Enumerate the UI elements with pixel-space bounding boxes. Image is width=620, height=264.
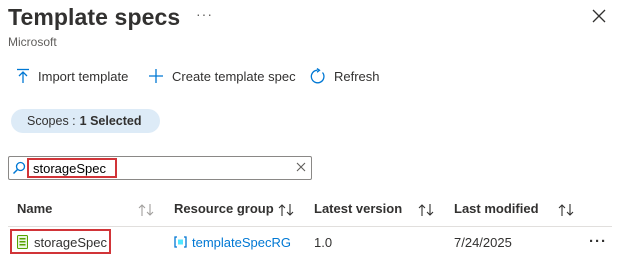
import-template-button[interactable]: Import template bbox=[16, 64, 128, 88]
search-input[interactable]: storageSpec bbox=[8, 156, 312, 180]
more-options-button[interactable]: ··· bbox=[196, 6, 213, 22]
create-template-spec-label: Create template spec bbox=[172, 68, 296, 84]
refresh-label: Refresh bbox=[334, 68, 380, 84]
sort-icon[interactable] bbox=[278, 203, 295, 217]
scopes-label: Scopes : bbox=[27, 114, 76, 128]
row-more-options-button[interactable]: ··· bbox=[589, 233, 607, 250]
table-row-name[interactable]: storageSpec bbox=[34, 235, 107, 250]
search-icon bbox=[12, 161, 26, 175]
resource-group-icon bbox=[174, 236, 187, 248]
table-row-last-modified: 7/24/2025 bbox=[454, 235, 512, 250]
table-row-latest-version: 1.0 bbox=[314, 235, 333, 250]
column-header-last-modified[interactable]: Last modified bbox=[454, 201, 539, 216]
sort-icon[interactable] bbox=[138, 203, 155, 217]
search-value[interactable]: storageSpec bbox=[33, 161, 106, 176]
refresh-icon bbox=[310, 67, 325, 83]
close-icon[interactable] bbox=[295, 161, 307, 173]
plus-icon bbox=[149, 69, 163, 83]
create-template-spec-button[interactable]: Create template spec bbox=[148, 64, 296, 88]
sort-icon[interactable] bbox=[558, 203, 575, 217]
upload-arrow-icon bbox=[17, 68, 29, 83]
sort-icon[interactable] bbox=[418, 203, 435, 217]
column-header-latest-version[interactable]: Latest version bbox=[314, 201, 402, 216]
column-header-resource-group[interactable]: Resource group bbox=[174, 201, 274, 216]
template-spec-icon bbox=[17, 235, 28, 249]
page-title: Template specs bbox=[8, 4, 181, 30]
scopes-value: 1 Selected bbox=[79, 114, 142, 128]
refresh-button[interactable]: Refresh bbox=[309, 64, 380, 88]
import-template-label: Import template bbox=[38, 68, 129, 84]
table-row-resource-group-link[interactable]: templateSpecRG bbox=[192, 235, 291, 250]
column-header-name[interactable]: Name bbox=[17, 201, 52, 216]
table-header-divider bbox=[8, 226, 612, 227]
close-icon[interactable] bbox=[590, 7, 608, 25]
scopes-filter-pill[interactable]: Scopes : 1 Selected bbox=[11, 109, 161, 133]
page-subtitle: Microsoft bbox=[8, 35, 57, 49]
